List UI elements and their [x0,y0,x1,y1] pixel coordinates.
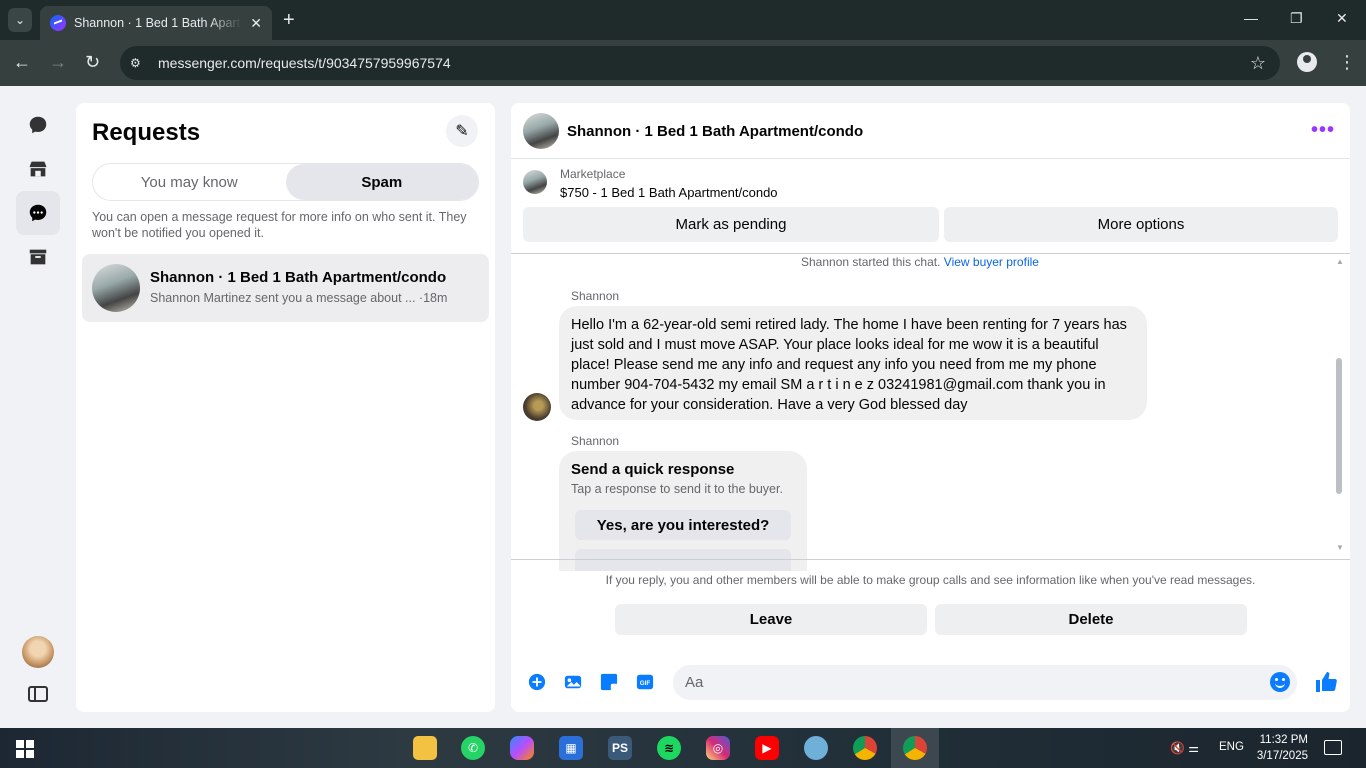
file-explorer-icon[interactable] [413,736,437,760]
emoji-icon[interactable] [1270,672,1290,692]
more-options-icon[interactable]: ••• [1311,119,1335,142]
paint-app-icon[interactable] [804,736,828,760]
message-sender-name: Shannon [571,289,620,303]
delete-button[interactable]: Delete [935,604,1247,635]
youtube-icon[interactable]: ▶ [755,736,779,760]
archive-icon[interactable] [16,235,60,279]
message-bubble[interactable]: Hello I'm a 62-year-old semi retired lad… [559,306,1147,420]
chrome-icon[interactable] [853,736,877,760]
listing-thumbnail[interactable] [523,170,547,194]
new-tab-icon[interactable]: + [283,9,295,31]
requests-panel: Requests ✎ You may know Spam You can ope… [76,103,495,712]
mark-pending-button[interactable]: Mark as pending [523,207,939,242]
chat-header-name[interactable]: Shannon · 1 Bed 1 Bath Apartment/condo [567,123,863,140]
address-bar[interactable]: ⚙ messenger.com/requests/t/9034757959967… [120,46,1280,80]
copilot-icon[interactable] [510,736,534,760]
photo-icon[interactable] [563,672,583,692]
back-icon[interactable]: ← [13,52,31,72]
chrome-profile-icon[interactable] [903,736,927,760]
sidebar-toggle-icon[interactable] [28,686,48,702]
language-indicator[interactable]: ENG [1219,741,1244,753]
compose-icon[interactable]: ✎ [446,115,478,147]
started-text: Shannon started this chat. [801,255,941,269]
thread-avatar [92,264,140,312]
view-buyer-profile-link[interactable]: View buyer profile [944,255,1039,269]
bookmark-star-icon[interactable]: ☆ [1250,53,1266,74]
photoshop-app-icon[interactable]: PS [608,736,632,760]
requests-tabs: You may know Spam [92,163,479,201]
marketplace-label: Marketplace [560,167,626,181]
quick-response-sender-name: Shannon [571,434,620,448]
quick-response-option[interactable]: Yes, are you interested? [575,510,791,540]
site-info-icon[interactable]: ⚙ [130,56,146,70]
tab-you-may-know[interactable]: You may know [93,164,286,200]
close-window-icon[interactable]: ✕ [1336,10,1348,27]
svg-text:GIF: GIF [640,680,651,687]
tab-close-icon[interactable]: ✕ [250,15,262,32]
minimize-icon[interactable]: — [1244,10,1258,26]
browser-profile-icon[interactable] [1297,52,1317,72]
browser-tab-bar: ⌄ Shannon · 1 Bed 1 Bath Apartm ✕ + — ❐ … [0,0,1366,40]
gif-icon[interactable]: GIF [635,672,655,692]
tab-search-button[interactable]: ⌄ [8,8,32,32]
requests-title: Requests [92,119,201,146]
browser-tab-active[interactable]: Shannon · 1 Bed 1 Bath Apartm ✕ [40,6,272,40]
clock-date: 3/17/2025 [1256,750,1308,762]
forward-icon[interactable]: → [49,52,67,72]
header-divider [511,253,1350,254]
clock[interactable]: 11:32 PM 3/17/2025 [1256,732,1308,764]
reload-icon[interactable]: ↻ [85,52,100,72]
thumbs-up-icon[interactable] [1314,670,1338,694]
chat-started-note: Shannon started this chat. View buyer pr… [801,255,1039,269]
sticker-icon[interactable] [599,672,619,692]
requests-info-text: You can open a message request for more … [92,210,467,240]
windows-taskbar: ✆ ▦ PS ≋ ◎ ▶ 🔇 ⚌ ENG 11:32 PM 3/17/2025 [0,728,1366,768]
scroll-up-icon[interactable]: ▲ [1336,257,1344,266]
more-options-button[interactable]: More options [944,207,1338,242]
footer-divider [511,559,1350,560]
quick-response-title: Send a quick response [571,461,735,478]
quick-response-card: Send a quick response Tap a response to … [559,451,807,571]
restore-icon[interactable]: ❐ [1290,10,1303,27]
chat-scrollbar[interactable] [1336,358,1342,494]
url-text: messenger.com/requests/t/903475795996757… [158,55,451,71]
windows-start-icon[interactable] [16,740,34,758]
chat-header-avatar[interactable] [523,113,559,149]
leave-button[interactable]: Leave [615,604,927,635]
tab-spam[interactable]: Spam [285,164,478,200]
thread-list-item[interactable]: Shannon · 1 Bed 1 Bath Apartment/condo S… [82,254,489,322]
tab-title: Shannon · 1 Bed 1 Bath Apartm [74,16,242,30]
reply-note: If you reply, you and other members will… [605,573,1256,587]
clock-time: 11:32 PM [1259,734,1308,746]
user-avatar[interactable] [22,636,54,668]
volume-network-icons[interactable]: 🔇 ⚌ [1170,741,1199,755]
quick-response-option-2[interactable] [575,549,791,571]
chat-panel: Shannon · 1 Bed 1 Bath Apartment/condo •… [511,103,1350,712]
thread-preview: Shannon Martinez sent you a message abou… [150,291,448,305]
chat-header: Shannon · 1 Bed 1 Bath Apartment/condo •… [511,103,1350,159]
marketplace-icon[interactable] [16,147,60,191]
scroll-down-icon[interactable]: ▼ [1336,543,1344,552]
notifications-icon[interactable] [1324,740,1342,755]
requests-icon[interactable] [16,191,60,235]
message-input[interactable] [673,665,1297,700]
whatsapp-icon[interactable]: ✆ [461,736,485,760]
browser-toolbar: ← → ↻ ⚙ messenger.com/requests/t/9034757… [0,40,1366,86]
browser-menu-icon[interactable]: ⋮ [1338,52,1356,72]
sender-avatar[interactable] [523,393,551,421]
listing-title[interactable]: $750 - 1 Bed 1 Bath Apartment/condo [560,185,778,200]
chats-icon[interactable] [16,103,60,147]
messenger-favicon-icon [50,15,66,31]
thread-name: Shannon · 1 Bed 1 Bath Apartment/condo [150,269,447,286]
instagram-icon[interactable]: ◎ [706,736,730,760]
quick-response-subtitle: Tap a response to send it to the buyer. [571,482,783,496]
microsoft-store-icon[interactable]: ▦ [559,736,583,760]
spotify-icon[interactable]: ≋ [657,736,681,760]
plus-icon[interactable] [527,672,547,692]
